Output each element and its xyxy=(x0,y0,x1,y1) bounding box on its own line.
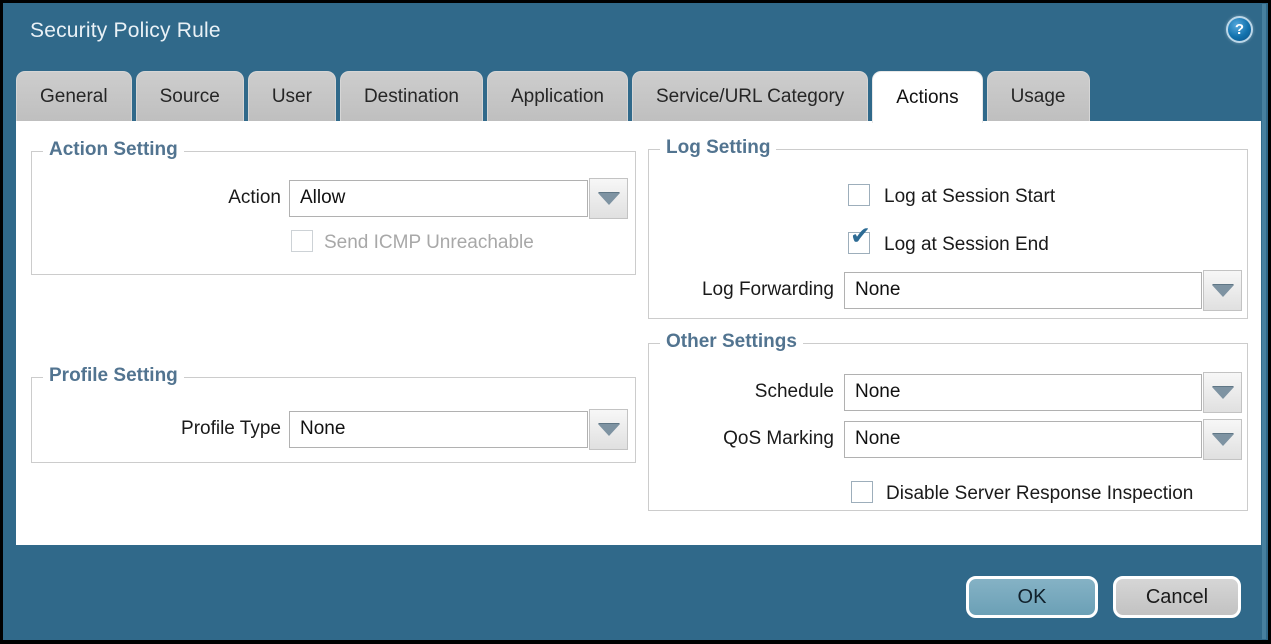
tab-usage[interactable]: Usage xyxy=(987,71,1090,121)
tab-label: Source xyxy=(160,86,220,108)
action-setting-group: Action Setting Action Allow ✔ Send ICMP … xyxy=(31,151,636,275)
tab-label: Application xyxy=(511,86,604,108)
tab-label: Service/URL Category xyxy=(656,86,844,108)
action-setting-legend: Action Setting xyxy=(43,139,184,161)
profile-setting-group: Profile Setting Profile Type None xyxy=(31,377,636,463)
profile-type-label: Profile Type xyxy=(32,418,281,440)
log-at-session-end-checkbox[interactable]: ✔ xyxy=(848,232,870,254)
tab-service-url-category[interactable]: Service/URL Category xyxy=(632,71,868,121)
tab-content-panel: Action Setting Action Allow ✔ Send ICMP … xyxy=(16,121,1261,545)
action-dropdown[interactable]: Allow xyxy=(289,180,588,217)
ok-button-label: OK xyxy=(1018,586,1047,609)
log-setting-group: Log Setting ✔ Log at Session Start ✔ Log… xyxy=(648,149,1248,319)
log-at-session-start-checkbox[interactable]: ✔ xyxy=(848,184,870,206)
log-at-session-start-label: Log at Session Start xyxy=(884,186,1055,208)
cancel-button-label: Cancel xyxy=(1146,586,1208,609)
send-icmp-unreachable-checkbox: ✔ xyxy=(291,230,313,252)
window-edge-highlight xyxy=(1262,4,1266,639)
help-icon[interactable]: ? xyxy=(1226,16,1253,43)
other-settings-legend: Other Settings xyxy=(660,331,803,353)
tab-source[interactable]: Source xyxy=(136,71,244,121)
tab-label: Usage xyxy=(1011,86,1066,108)
tab-label: Destination xyxy=(364,86,459,108)
send-icmp-unreachable-label: Send ICMP Unreachable xyxy=(324,232,534,254)
log-setting-legend: Log Setting xyxy=(660,137,776,159)
schedule-dropdown[interactable]: None xyxy=(844,374,1202,411)
log-forwarding-label: Log Forwarding xyxy=(649,279,834,301)
action-label: Action xyxy=(32,187,281,209)
tab-label: Actions xyxy=(896,87,958,109)
action-dropdown-button[interactable] xyxy=(589,178,628,219)
schedule-dropdown-button[interactable] xyxy=(1203,372,1242,413)
log-at-session-end-label: Log at Session End xyxy=(884,234,1049,256)
qos-marking-label: QoS Marking xyxy=(649,428,834,450)
log-forwarding-dropdown-button[interactable] xyxy=(1203,270,1242,311)
cancel-button[interactable]: Cancel xyxy=(1113,576,1241,618)
disable-server-response-inspection-label: Disable Server Response Inspection xyxy=(886,483,1193,505)
tab-bar: General Source User Destination Applicat… xyxy=(16,71,1090,121)
tab-label: User xyxy=(272,86,312,108)
tab-label: General xyxy=(40,86,108,108)
chevron-down-icon xyxy=(1212,387,1234,399)
disable-server-response-inspection-checkbox[interactable]: ✔ xyxy=(851,481,873,503)
profile-type-dropdown[interactable]: None xyxy=(289,411,588,448)
help-glyph: ? xyxy=(1235,21,1244,38)
tab-application[interactable]: Application xyxy=(487,71,628,121)
log-forwarding-dropdown[interactable]: None xyxy=(844,272,1202,309)
schedule-label: Schedule xyxy=(649,381,834,403)
tab-general[interactable]: General xyxy=(16,71,132,121)
chevron-down-icon xyxy=(598,424,620,436)
profile-setting-legend: Profile Setting xyxy=(43,365,184,387)
tab-destination[interactable]: Destination xyxy=(340,71,483,121)
ok-button[interactable]: OK xyxy=(966,576,1098,618)
security-policy-rule-dialog: Security Policy Rule ? General Source Us… xyxy=(3,3,1268,640)
tab-user[interactable]: User xyxy=(248,71,336,121)
qos-marking-dropdown-button[interactable] xyxy=(1203,419,1242,460)
chevron-down-icon xyxy=(1212,434,1234,446)
other-settings-group: Other Settings Schedule None QoS Marking… xyxy=(648,343,1248,511)
qos-marking-dropdown[interactable]: None xyxy=(844,421,1202,458)
chevron-down-icon xyxy=(1212,285,1234,297)
profile-type-dropdown-button[interactable] xyxy=(589,409,628,450)
dialog-title: Security Policy Rule xyxy=(30,19,221,43)
chevron-down-icon xyxy=(598,193,620,205)
check-icon: ✔ xyxy=(850,223,871,248)
tab-actions[interactable]: Actions xyxy=(872,71,982,123)
